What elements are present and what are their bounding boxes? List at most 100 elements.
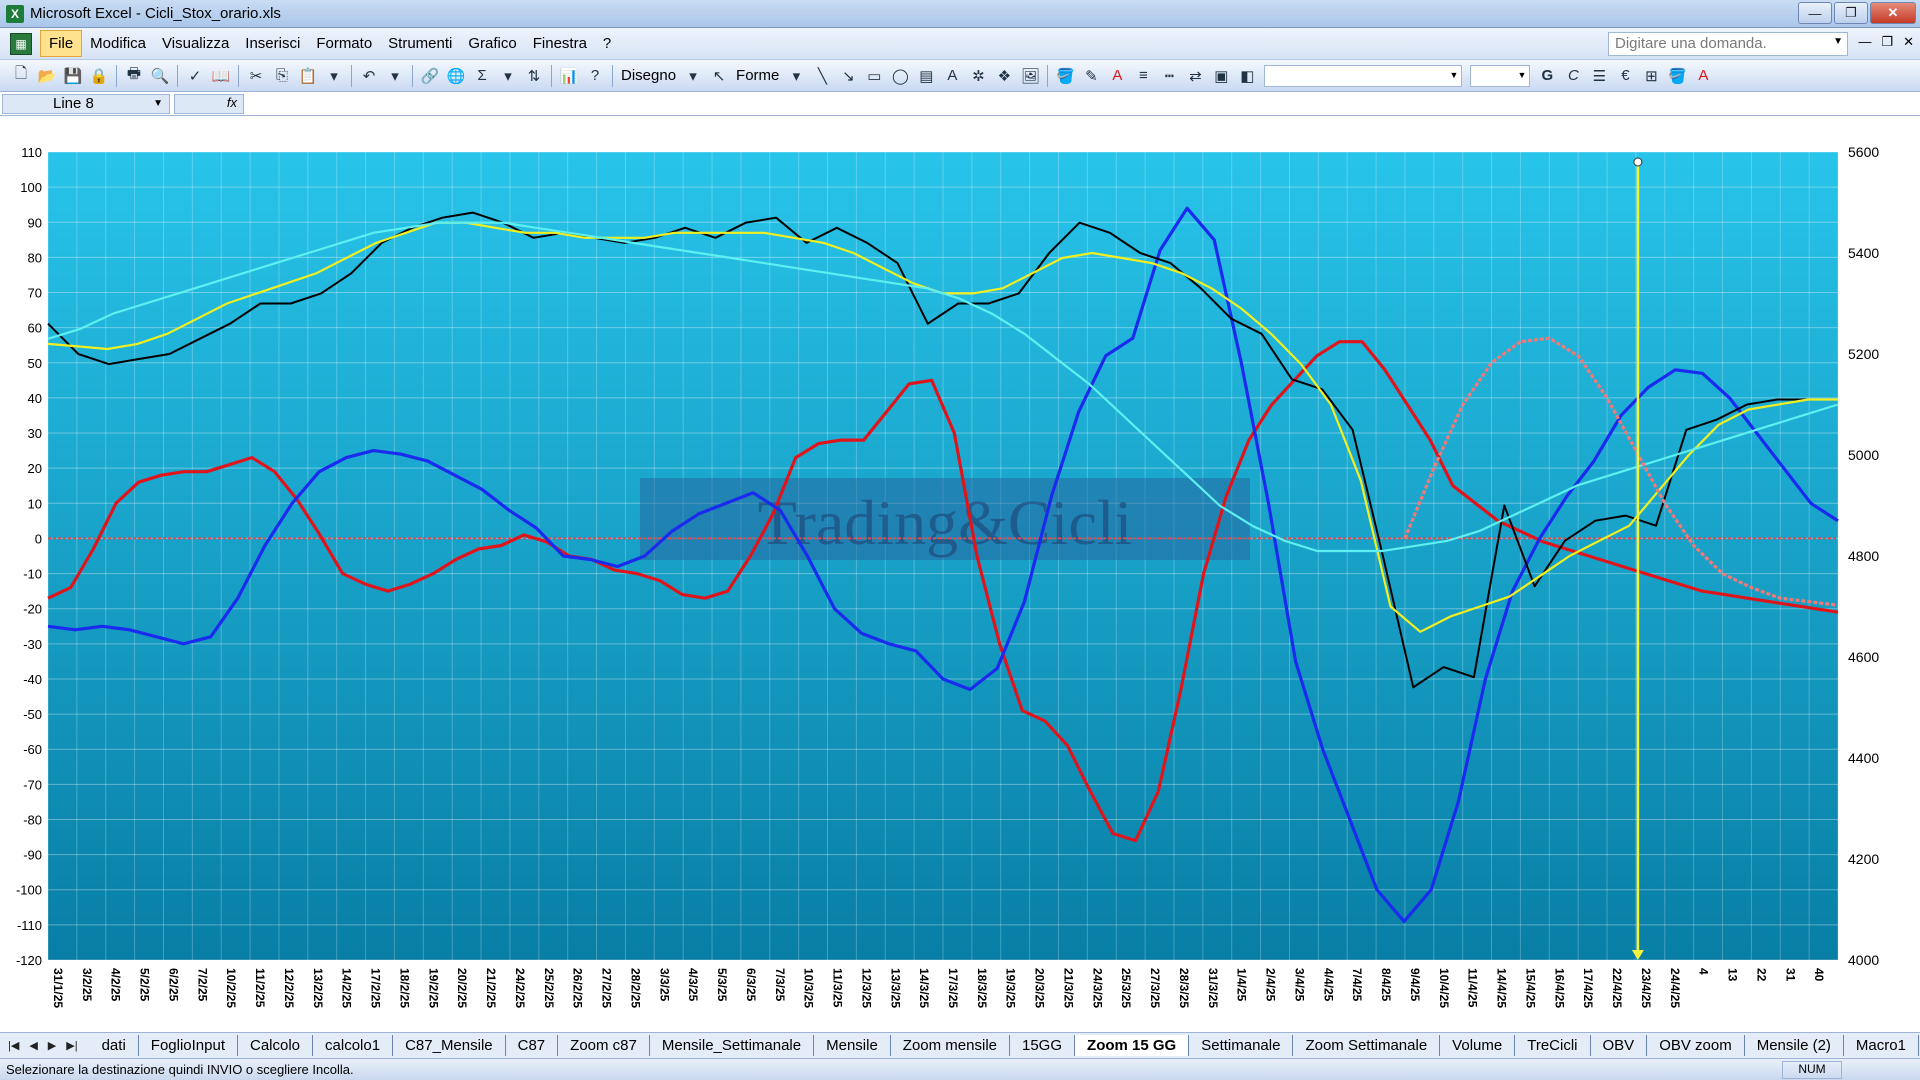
sheet-tab-15gg[interactable]: 15GG: [1010, 1035, 1076, 1056]
sort-icon[interactable]: ⇅: [523, 65, 545, 87]
sheet-tab-mensile-2-[interactable]: Mensile (2): [1745, 1035, 1844, 1056]
print-preview-icon[interactable]: 🔍: [149, 65, 171, 87]
font-color-icon[interactable]: A: [1106, 65, 1128, 87]
menu-finestra[interactable]: Finestra: [525, 31, 595, 56]
select-pointer-icon[interactable]: ↖: [708, 65, 730, 87]
menu-file[interactable]: File: [40, 30, 83, 57]
menu-visualizza[interactable]: Visualizza: [154, 31, 237, 56]
fill-icon[interactable]: 🪣: [1666, 65, 1688, 87]
sheet-tab-obv[interactable]: OBV: [1591, 1035, 1648, 1056]
next-sheet-icon[interactable]: ▶: [48, 1039, 56, 1052]
sheet-tab-calcolo1[interactable]: calcolo1: [313, 1035, 394, 1056]
arrow-tool-icon[interactable]: ↘: [837, 65, 859, 87]
undo-icon[interactable]: ↶: [358, 65, 380, 87]
shapes-menu-button[interactable]: Forme: [736, 67, 779, 84]
wordart-icon[interactable]: A: [941, 65, 963, 87]
menu-strumenti[interactable]: Strumenti: [380, 31, 460, 56]
save-icon[interactable]: 💾: [62, 65, 84, 87]
permission-icon[interactable]: 🔒: [88, 65, 110, 87]
arrow-style-icon[interactable]: ⇄: [1184, 65, 1206, 87]
help-icon[interactable]: ?: [584, 65, 606, 87]
sheet-tab-zoom-c87[interactable]: Zoom c87: [558, 1035, 650, 1056]
diagram-icon[interactable]: ✲: [967, 65, 989, 87]
copy-icon[interactable]: ⎘: [271, 65, 293, 87]
oval-tool-icon[interactable]: ◯: [889, 65, 911, 87]
sheet-tab-c87-mensile[interactable]: C87_Mensile: [393, 1035, 506, 1056]
ask-question-input[interactable]: Digitare una domanda. ▼: [1608, 32, 1848, 56]
chevron-down-icon[interactable]: ▾: [682, 65, 704, 87]
borders-icon[interactable]: ⊞: [1640, 65, 1662, 87]
sheet-tab-mensile-settimanale[interactable]: Mensile_Settimanale: [650, 1035, 815, 1056]
prev-sheet-icon[interactable]: ◀: [29, 1039, 37, 1052]
sheet-tab-foglioinput[interactable]: FoglioInput: [139, 1035, 238, 1056]
marker-handle-top[interactable]: [1633, 157, 1643, 167]
three-d-icon[interactable]: ◧: [1236, 65, 1258, 87]
sheet-tab-obv-zoom[interactable]: OBV zoom: [1647, 1035, 1745, 1056]
last-sheet-icon[interactable]: ▶|: [66, 1039, 77, 1052]
chevron-down-icon[interactable]: ▾: [785, 65, 807, 87]
line-style-icon[interactable]: ≡: [1132, 65, 1154, 87]
close-button[interactable]: ✕: [1870, 2, 1916, 24]
cycles-chart[interactable]: -120-110-100-90-80-70-60-50-40-30-20-100…: [0, 116, 1920, 1032]
sheet-tab-volume[interactable]: Volume: [1440, 1035, 1516, 1056]
first-sheet-icon[interactable]: |◀: [8, 1039, 19, 1052]
chart-sheet[interactable]: -120 -110 -100 -90 -80 -70 -60 -50 -40 -30 -20 -10 0…: [0, 116, 1920, 1038]
textbox-tool-icon[interactable]: ▤: [915, 65, 937, 87]
menu-modifica[interactable]: Modifica: [82, 31, 154, 56]
insert-function-button[interactable]: fx: [174, 94, 244, 114]
sheet-tab-c87[interactable]: C87: [506, 1035, 559, 1056]
chevron-down-icon[interactable]: ▼: [1449, 70, 1458, 80]
italic-icon[interactable]: C: [1562, 65, 1584, 87]
chevron-down-icon[interactable]: ▾: [497, 65, 519, 87]
dash-style-icon[interactable]: ┅: [1158, 65, 1180, 87]
euro-icon[interactable]: €: [1614, 65, 1636, 87]
chevron-down-icon[interactable]: ▾: [384, 65, 406, 87]
shadow-icon[interactable]: ▣: [1210, 65, 1232, 87]
workbook-icon[interactable]: ▦: [10, 32, 32, 55]
chevron-down-icon[interactable]: ▼: [1517, 70, 1526, 80]
clipart-icon[interactable]: ❖: [993, 65, 1015, 87]
drawing-menu-button[interactable]: Disegno: [621, 67, 676, 84]
print-icon[interactable]: 🖶: [123, 65, 145, 87]
text-color-icon[interactable]: A: [1692, 65, 1714, 87]
chevron-down-icon[interactable]: ▼: [153, 98, 163, 109]
menu-help[interactable]: ?: [595, 31, 619, 56]
sheet-tab-zoom-mensile[interactable]: Zoom mensile: [891, 1035, 1010, 1056]
name-box[interactable]: Line 8 ▼: [2, 94, 170, 114]
bold-icon[interactable]: G: [1536, 65, 1558, 87]
globe-icon[interactable]: 🌐: [445, 65, 467, 87]
align-icon[interactable]: ☰: [1588, 65, 1610, 87]
font-size-combo[interactable]: ▼: [1470, 64, 1531, 87]
doc-close-icon[interactable]: ✕: [1903, 34, 1914, 50]
rectangle-tool-icon[interactable]: ▭: [863, 65, 885, 87]
sheet-tab-macro1[interactable]: Macro1: [1844, 1035, 1919, 1056]
hyperlink-icon[interactable]: 🔗: [419, 65, 441, 87]
sheet-tab-zoom-settimanale[interactable]: Zoom Settimanale: [1293, 1035, 1441, 1056]
spelling-icon[interactable]: ✓: [184, 65, 206, 87]
sheet-tab-settimanale[interactable]: Settimanale: [1189, 1035, 1294, 1056]
sheet-tab-trecicli[interactable]: TreCicli: [1515, 1035, 1591, 1056]
doc-minimize-icon[interactable]: —: [1858, 34, 1871, 50]
research-icon[interactable]: 📖: [210, 65, 232, 87]
restore-button[interactable]: ❐: [1834, 2, 1868, 24]
chart-wizard-icon[interactable]: 📊: [558, 65, 580, 87]
menu-grafico[interactable]: Grafico: [460, 31, 524, 56]
fill-color-icon[interactable]: 🪣: [1054, 65, 1076, 87]
autosum-icon[interactable]: Σ: [471, 65, 493, 87]
picture-icon[interactable]: 🖼: [1019, 65, 1041, 87]
menu-formato[interactable]: Formato: [308, 31, 380, 56]
cut-icon[interactable]: ✂: [245, 65, 267, 87]
doc-restore-icon[interactable]: ❐: [1881, 34, 1893, 50]
minimize-button[interactable]: —: [1798, 2, 1832, 24]
line-color-icon[interactable]: ✎: [1080, 65, 1102, 87]
paste-icon[interactable]: 📋: [297, 65, 319, 87]
new-icon[interactable]: 🗋: [10, 65, 32, 87]
line-tool-icon[interactable]: ╲: [811, 65, 833, 87]
chevron-down-icon[interactable]: ▼: [1833, 36, 1843, 47]
sheet-tab-zoom-15-gg[interactable]: Zoom 15 GG: [1075, 1035, 1190, 1056]
sheet-tab-calcolo[interactable]: Calcolo: [238, 1035, 314, 1056]
font-name-combo[interactable]: ▼: [1264, 64, 1463, 87]
sheet-tab-dati[interactable]: dati: [90, 1035, 139, 1056]
menu-inserisci[interactable]: Inserisci: [237, 31, 308, 56]
open-icon[interactable]: 📂: [36, 65, 58, 87]
